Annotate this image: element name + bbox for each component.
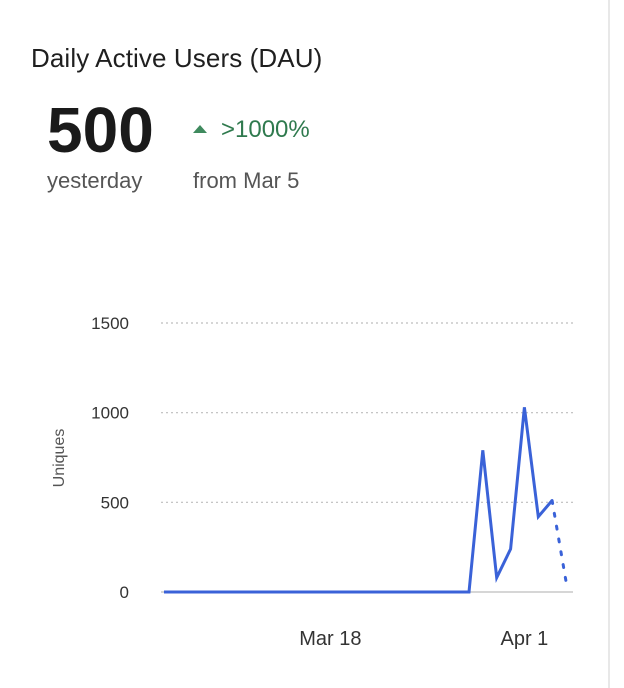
y-axis-label: Uniques: [51, 429, 68, 488]
series-line: [164, 407, 554, 594]
series-lines: [164, 407, 568, 594]
dau-line-chart: 0 500 1000 1500 Mar 18 Apr 1 Uniques: [51, 314, 573, 650]
x-tick-label: Apr 1: [501, 628, 549, 650]
dau-card: Daily Active Users (DAU) 500 yesterday >…: [0, 0, 610, 688]
y-tick-labels: 0 500 1000 1500: [91, 314, 129, 602]
y-tick-label: 500: [101, 493, 129, 512]
grid-lines: [161, 322, 573, 593]
x-tick-labels: Mar 18 Apr 1: [299, 628, 548, 650]
y-tick-label: 0: [120, 583, 129, 602]
series-line-projected: [550, 499, 568, 583]
x-tick-label: Mar 18: [299, 628, 361, 650]
y-tick-label: 1500: [91, 314, 129, 333]
y-tick-label: 1000: [91, 404, 129, 423]
